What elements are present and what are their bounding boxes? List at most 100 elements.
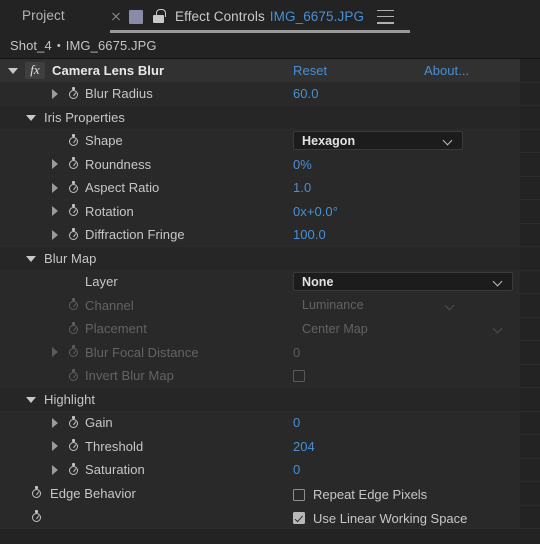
tab-effect-controls[interactable]: Effect Controls IMG_6675.JPG — [108, 0, 395, 33]
lock-icon[interactable] — [153, 9, 166, 24]
property-checkbox[interactable]: Use Linear Working Space — [293, 511, 467, 526]
stopwatch-icon[interactable] — [68, 180, 81, 195]
property-disclosure-triangle[interactable] — [50, 464, 61, 476]
stopwatch-icon[interactable] — [68, 345, 81, 359]
breadcrumb-separator: • — [56, 39, 61, 52]
stopwatch-icon[interactable] — [68, 439, 81, 453]
property-disclosure-triangle[interactable] — [50, 347, 61, 358]
property-row[interactable]: Saturation 0 — [0, 458, 540, 482]
property-label: Channel — [85, 297, 134, 313]
property-group-row[interactable]: Blur Map — [0, 247, 540, 271]
property-label: Edge Behavior — [50, 485, 136, 501]
property-value[interactable]: 1.0 — [293, 180, 311, 195]
property-value[interactable]: 60.0 — [293, 86, 319, 101]
property-disclosure-triangle[interactable] — [50, 182, 61, 194]
dropdown-value: Hexagon — [302, 133, 356, 148]
composition-swatch-icon — [129, 9, 143, 24]
stopwatch-icon[interactable] — [68, 368, 81, 383]
stopwatch-icon[interactable] — [68, 86, 81, 101]
close-icon[interactable] — [108, 9, 124, 25]
property-label: Placement — [85, 321, 147, 337]
stopwatch-icon[interactable] — [68, 321, 81, 336]
checkbox-label: Repeat Edge Pixels — [313, 487, 428, 502]
hamburger-menu-icon[interactable] — [377, 9, 395, 24]
group-disclosure-triangle[interactable] — [26, 394, 37, 405]
property-disclosure-triangle[interactable] — [50, 417, 61, 429]
effect-header-row[interactable]: fx Camera Lens Blur Reset About... — [0, 59, 540, 83]
stopwatch-icon[interactable] — [68, 298, 81, 312]
property-label: Roundness — [85, 156, 152, 172]
property-row[interactable]: Channel Luminance — [0, 294, 540, 318]
stopwatch-icon[interactable] — [68, 462, 81, 477]
property-checkbox — [293, 369, 305, 382]
property-disclosure-triangle[interactable] — [50, 159, 61, 170]
property-row[interactable]: Shape Hexagon — [0, 129, 540, 153]
property-label: Rotation — [85, 203, 134, 219]
property-row[interactable]: Use Linear Working Space — [0, 505, 540, 529]
property-value[interactable]: 0 — [293, 462, 300, 477]
property-value[interactable]: 0% — [293, 157, 312, 172]
property-row[interactable]: Gain 0 — [0, 411, 540, 435]
property-row[interactable]: Placement Center Map — [0, 317, 540, 341]
stopwatch-icon[interactable] — [31, 486, 44, 500]
property-disclosure-triangle[interactable] — [50, 229, 61, 241]
property-row[interactable]: Edge Behavior Repeat Edge Pixels — [0, 482, 540, 506]
dropdown-value: Center Map — [302, 321, 368, 336]
property-checkbox[interactable]: Repeat Edge Pixels — [293, 487, 427, 502]
breadcrumb-layer[interactable]: IMG_6675.JPG — [66, 38, 157, 53]
checkbox-box — [293, 369, 305, 382]
property-row[interactable]: Diffraction Fringe 100.0 — [0, 223, 540, 247]
stopwatch-icon[interactable] — [68, 204, 81, 218]
stopwatch-icon[interactable] — [68, 157, 81, 171]
property-dropdown[interactable]: None — [293, 272, 513, 291]
tab-file-name: IMG_6675.JPG — [269, 9, 365, 24]
breadcrumb-comp[interactable]: Shot_4 — [10, 38, 52, 53]
property-row[interactable]: Layer None — [0, 270, 540, 294]
stopwatch-icon[interactable] — [68, 415, 81, 430]
property-group-row[interactable]: Iris Properties — [0, 106, 540, 130]
group-label: Highlight — [44, 391, 96, 407]
breadcrumb: Shot_4 • IMG_6675.JPG — [0, 33, 540, 58]
property-row[interactable]: Roundness 0% — [0, 153, 540, 177]
about-button[interactable]: About... — [424, 63, 469, 78]
checkbox-box[interactable] — [293, 512, 305, 524]
property-disclosure-triangle[interactable] — [50, 88, 61, 100]
fx-badge-icon[interactable]: fx — [25, 61, 45, 79]
property-rows: fx Camera Lens Blur Reset About... Blur … — [0, 59, 540, 529]
group-label: Blur Map — [44, 250, 97, 266]
panel-tab-bar: Project Effect Controls IMG_6675.JPG — [0, 0, 540, 33]
property-row[interactable]: Blur Radius 60.0 — [0, 82, 540, 106]
property-label: Threshold — [85, 438, 144, 454]
chevron-down-icon — [494, 325, 503, 334]
property-group-row[interactable]: Highlight — [0, 388, 540, 412]
property-row[interactable]: Invert Blur Map — [0, 364, 540, 388]
property-disclosure-triangle[interactable] — [50, 441, 61, 452]
reset-button[interactable]: Reset — [293, 63, 327, 78]
property-row[interactable]: Rotation 0x+0.0° — [0, 200, 540, 224]
property-value[interactable]: 204 — [293, 439, 315, 454]
property-dropdown[interactable]: Hexagon — [293, 131, 463, 150]
stopwatch-icon[interactable] — [68, 227, 81, 242]
dropdown-value: Luminance — [302, 298, 364, 312]
property-row[interactable]: Aspect Ratio 1.0 — [0, 176, 540, 200]
group-disclosure-triangle[interactable] — [26, 112, 37, 123]
property-value[interactable]: 0x+0.0° — [293, 204, 338, 219]
property-value[interactable]: 100.0 — [293, 227, 326, 242]
effect-controls-panel: Project Effect Controls IMG_6675.JPG Sho… — [0, 0, 540, 544]
stopwatch-icon[interactable] — [68, 133, 81, 148]
property-value[interactable]: 0 — [293, 415, 300, 430]
chevron-down-icon — [446, 302, 455, 311]
property-row[interactable]: Blur Focal Distance 0 — [0, 341, 540, 365]
checkbox-box[interactable] — [293, 488, 305, 501]
stopwatch-icon[interactable] — [31, 509, 44, 524]
chevron-down-icon — [494, 278, 503, 287]
property-label: Diffraction Fringe — [85, 227, 185, 243]
property-label: Aspect Ratio — [85, 180, 160, 196]
property-label: Blur Radius — [85, 86, 153, 102]
effect-disclosure-triangle[interactable] — [8, 65, 19, 76]
group-disclosure-triangle[interactable] — [26, 253, 37, 264]
property-disclosure-triangle[interactable] — [50, 206, 61, 217]
tab-project[interactable]: Project — [22, 8, 65, 23]
property-value: 0 — [293, 344, 301, 360]
property-row[interactable]: Threshold 204 — [0, 435, 540, 459]
